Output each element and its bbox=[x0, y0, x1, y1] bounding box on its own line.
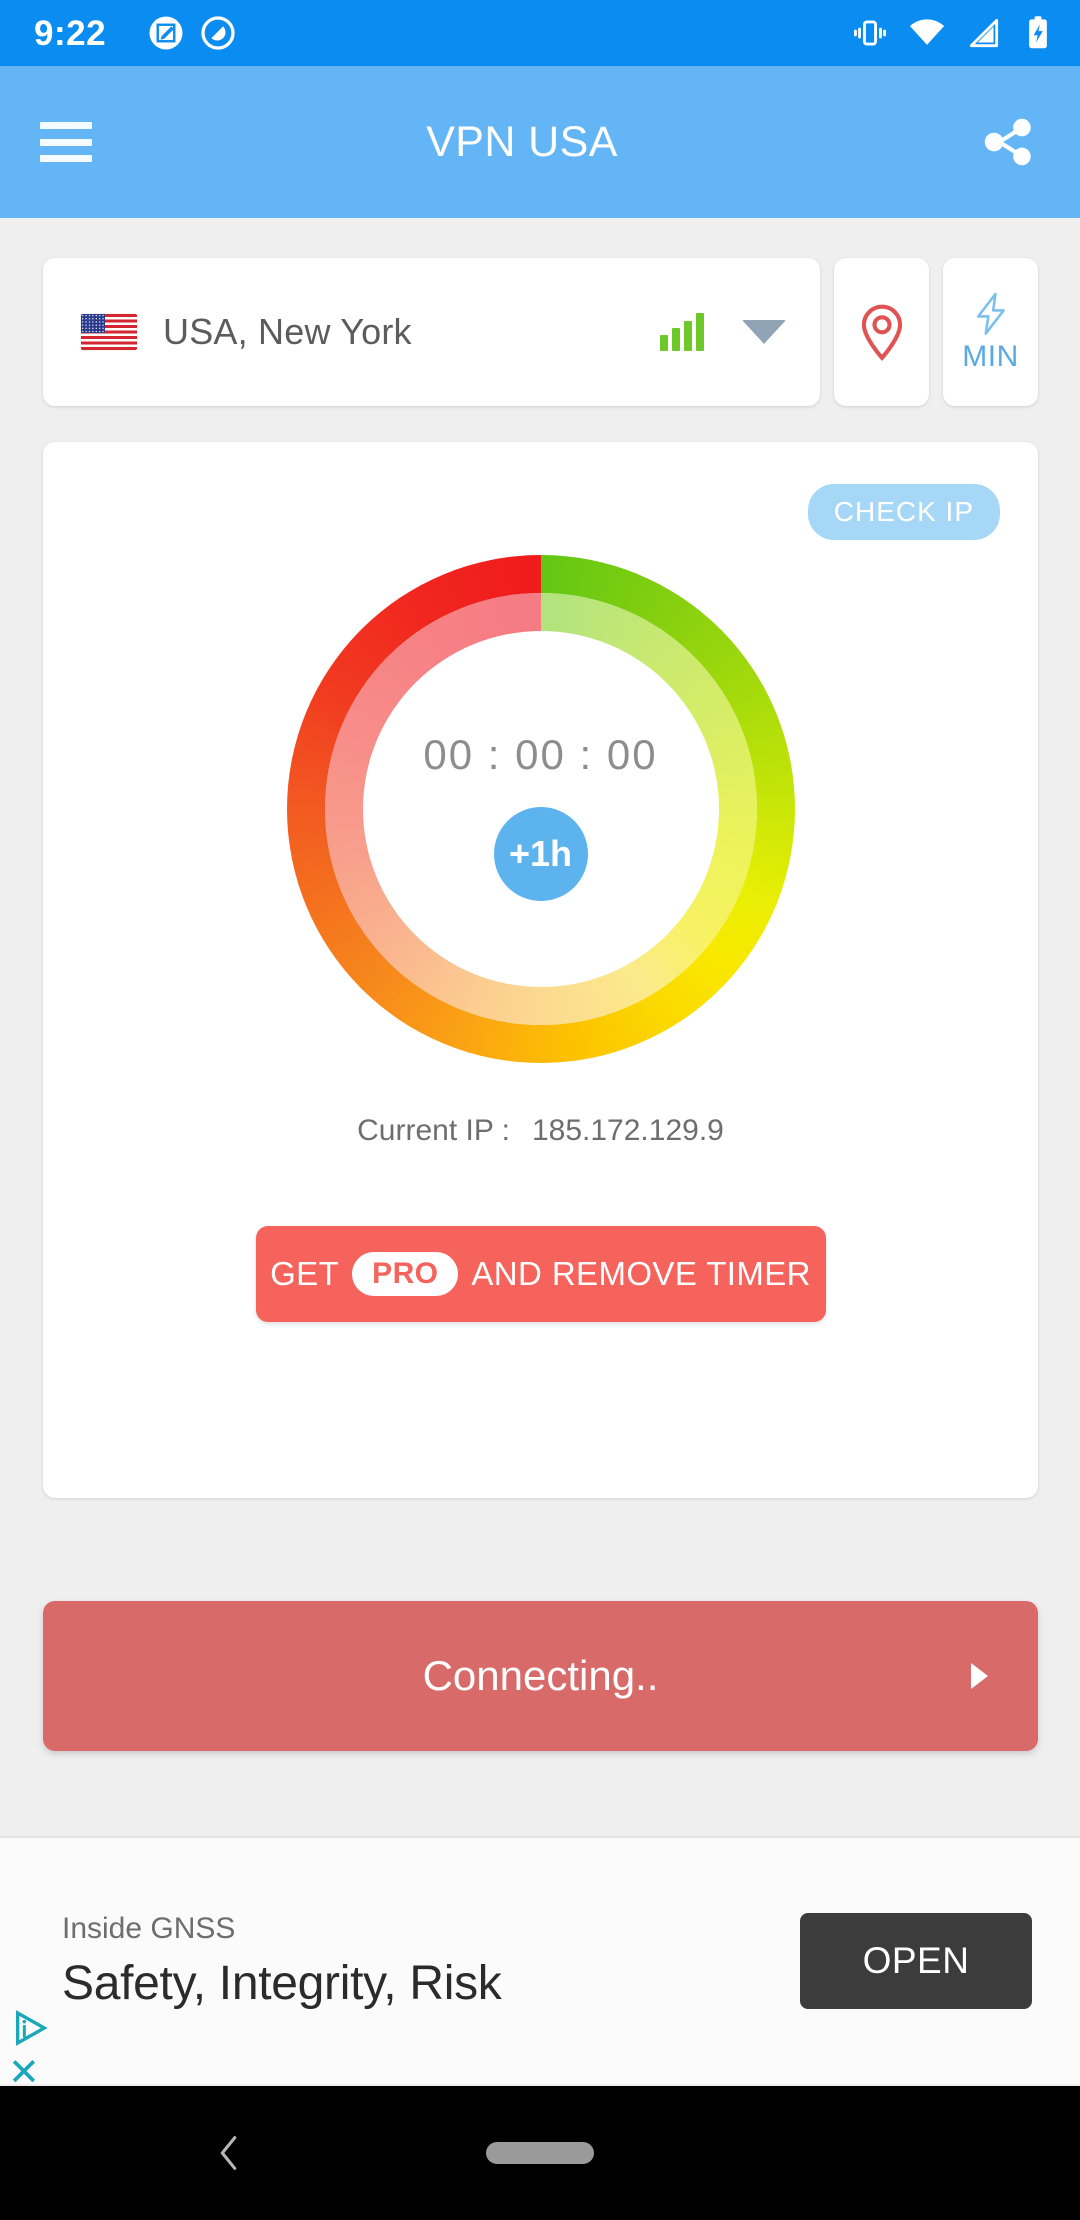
status-bar-clock: 9:22 bbox=[34, 13, 107, 53]
current-ip-value: 185.172.129.9 bbox=[531, 1114, 724, 1147]
status-bar-notification-icons bbox=[148, 15, 236, 51]
server-selector[interactable]: USA, New York bbox=[43, 258, 820, 406]
connect-status-label: Connecting.. bbox=[422, 1652, 659, 1699]
location-pin-icon bbox=[861, 304, 902, 361]
cellular-signal-icon bbox=[969, 18, 999, 48]
server-name-label: USA, New York bbox=[163, 311, 412, 352]
speed-button[interactable]: MIN bbox=[943, 258, 1038, 406]
vibrate-icon bbox=[854, 20, 886, 46]
get-pro-suffix: AND REMOVE TIMER bbox=[471, 1255, 811, 1292]
battery-charging-icon bbox=[1029, 16, 1047, 49]
signal-bars-icon bbox=[660, 313, 704, 351]
ad-banner[interactable]: Inside GNSS Safety, Integrity, Risk OPEN bbox=[0, 1836, 1080, 2084]
android-nav-bar bbox=[0, 2086, 1080, 2220]
current-ip-label: Current IP : bbox=[357, 1114, 510, 1147]
timer-ring: 00 : 00 : 00 +1h bbox=[286, 555, 795, 1063]
status-bar-system-icons bbox=[851, 14, 1054, 52]
add-hour-button[interactable]: +1h bbox=[493, 807, 588, 901]
location-button[interactable] bbox=[834, 258, 929, 406]
current-ip: Current IP : 185.172.129.9 bbox=[43, 1114, 1038, 1148]
ad-text-block: Inside GNSS Safety, Integrity, Risk bbox=[62, 1912, 800, 2011]
timer-value: 00 : 00 : 00 bbox=[423, 731, 658, 778]
page-title: VPN USA bbox=[426, 117, 618, 166]
get-pro-button[interactable]: GET PRO AND REMOVE TIMER bbox=[255, 1226, 826, 1322]
screenshot-edit-icon bbox=[149, 16, 183, 50]
adchoices-icon[interactable] bbox=[8, 2008, 54, 2048]
share-icon bbox=[984, 118, 1031, 166]
wifi-icon bbox=[909, 19, 945, 45]
share-button[interactable] bbox=[972, 106, 1044, 178]
app-screen: 9:22 VPN USA USA, New York MIN CHECK IP … bbox=[0, 0, 1080, 2220]
chevron-down-icon[interactable] bbox=[742, 320, 786, 344]
ad-advertiser: Inside GNSS bbox=[62, 1911, 236, 1945]
app-bar: VPN USA bbox=[0, 66, 1080, 218]
ad-open-button[interactable]: OPEN bbox=[800, 1913, 1032, 2009]
server-selector-row: USA, New York MIN bbox=[43, 258, 1038, 406]
back-chevron-icon[interactable] bbox=[206, 2130, 252, 2176]
check-ip-button[interactable]: CHECK IP bbox=[807, 484, 1000, 540]
pro-badge: PRO bbox=[352, 1252, 459, 1296]
ad-headline: Safety, Integrity, Risk bbox=[62, 1956, 502, 2010]
home-pill-icon[interactable] bbox=[486, 2142, 594, 2164]
speed-button-label: MIN bbox=[962, 340, 1019, 373]
timer-card: CHECK IP 00 : 00 : 00 +1h Current IP : 18… bbox=[43, 442, 1038, 1498]
us-flag-icon bbox=[81, 314, 137, 350]
play-arrow-icon bbox=[971, 1663, 988, 1689]
timer-ring-center: 00 : 00 : 00 +1h bbox=[362, 631, 719, 987]
get-pro-prefix: GET bbox=[270, 1255, 340, 1292]
connect-button[interactable]: Connecting.. bbox=[43, 1601, 1038, 1751]
status-bar: 9:22 bbox=[0, 0, 1080, 66]
do-not-disturb-icon bbox=[201, 16, 235, 50]
lightning-bolt-icon bbox=[976, 292, 1005, 335]
